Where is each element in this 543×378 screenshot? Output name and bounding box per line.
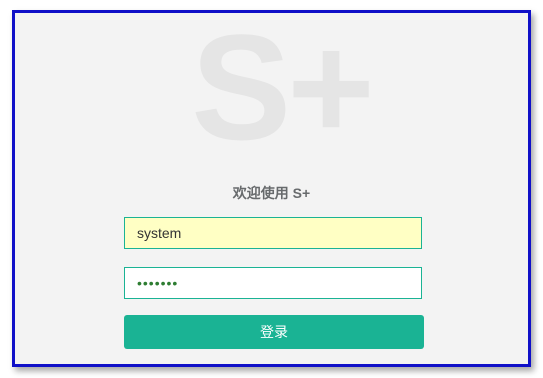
login-window: S+ 欢迎使用 S+ 登录 bbox=[12, 10, 531, 367]
watermark-logo: S+ bbox=[191, 10, 375, 171]
password-input[interactable] bbox=[124, 267, 422, 299]
login-button[interactable]: 登录 bbox=[124, 315, 424, 349]
welcome-heading: 欢迎使用 S+ bbox=[232, 185, 311, 201]
username-input[interactable] bbox=[124, 217, 422, 249]
